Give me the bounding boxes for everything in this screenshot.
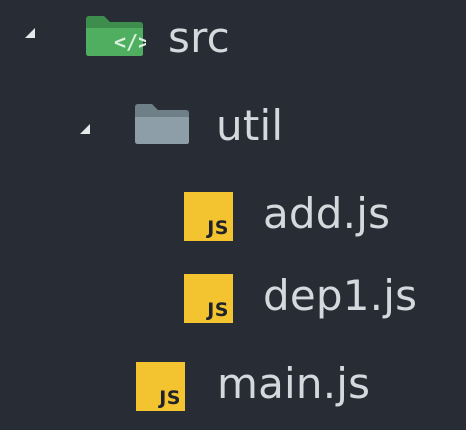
folder-icon <box>135 104 189 144</box>
tree-item-label: add.js <box>263 189 391 238</box>
tree-item-src[interactable]: </> src <box>0 0 466 80</box>
tree-item-label: src <box>168 13 230 62</box>
tree-item-file[interactable]: JS main.js <box>0 340 466 420</box>
tree-item-label: util <box>216 101 284 150</box>
javascript-icon-text: JS <box>159 387 181 409</box>
expand-arrow-icon[interactable] <box>80 124 90 134</box>
tree-item-file[interactable]: JS dep1.js <box>0 258 466 338</box>
javascript-icon-text: JS <box>207 217 229 239</box>
folder-code-icon: </> <box>86 16 146 56</box>
tree-item-file[interactable]: JS add.js <box>0 176 466 256</box>
expand-arrow-icon[interactable] <box>25 28 35 38</box>
javascript-file-icon: JS <box>184 274 233 323</box>
javascript-file-icon: JS <box>184 192 233 241</box>
tree-item-util[interactable]: util <box>0 88 466 168</box>
tree-item-label: main.js <box>217 359 371 408</box>
javascript-icon-text: JS <box>207 299 229 321</box>
tree-item-label: dep1.js <box>263 271 418 320</box>
javascript-file-icon: JS <box>136 362 185 411</box>
svg-text:</>: </> <box>114 30 146 54</box>
